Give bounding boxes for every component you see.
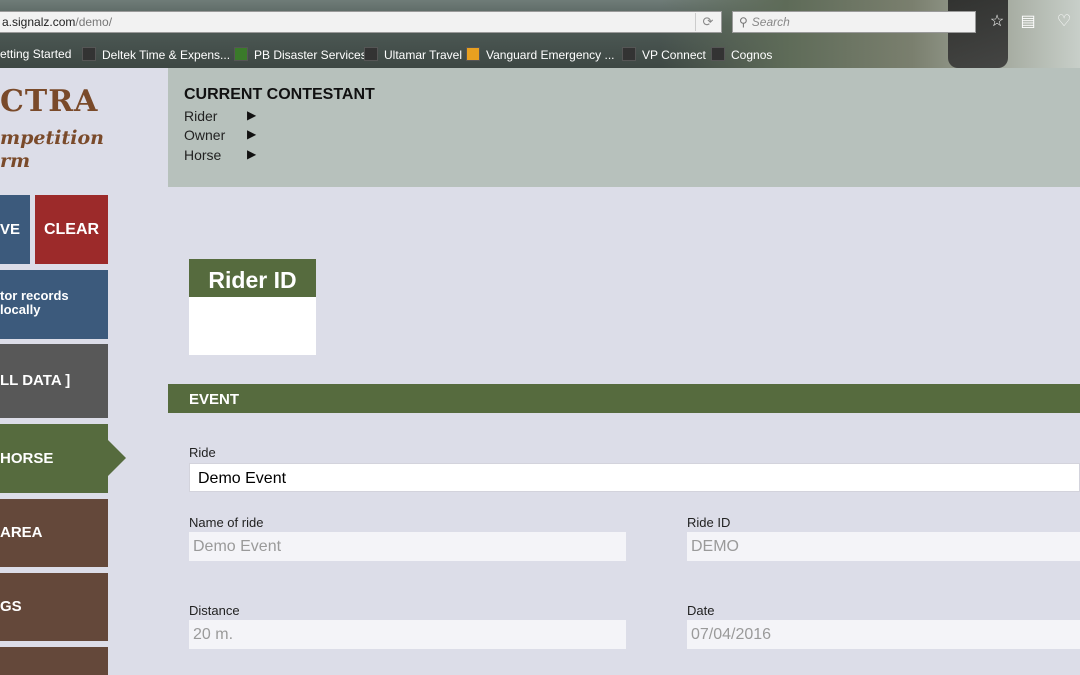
save-button[interactable]: VE bbox=[0, 195, 30, 264]
bookmark-icon bbox=[234, 47, 248, 61]
reader-list-icon[interactable]: ▤ bbox=[1018, 12, 1038, 32]
event-section-header: EVENT bbox=[168, 384, 1080, 413]
distance-label: Distance bbox=[189, 603, 240, 618]
store-locally-button[interactable]: tor records locally bbox=[0, 270, 108, 339]
contestant-row-owner[interactable]: Owner ▶ bbox=[184, 127, 256, 143]
bookmark-ultamar[interactable]: Ultamar Travel bbox=[364, 47, 462, 62]
bookmark-icon bbox=[466, 47, 480, 61]
reload-icon[interactable]: ⟳ bbox=[695, 13, 720, 31]
contestant-row-rider[interactable]: Rider ▶ bbox=[184, 108, 256, 124]
current-contestant-panel: CURRENT CONTESTANT Rider ▶ Owner ▶ Horse ▶ bbox=[168, 68, 1080, 187]
star-icon[interactable]: ☆ bbox=[987, 12, 1007, 32]
name-of-ride-field[interactable]: Demo Event bbox=[189, 532, 626, 561]
pocket-icon[interactable]: ♡ bbox=[1054, 12, 1074, 32]
expand-arrow-icon[interactable]: ▶ bbox=[247, 147, 256, 161]
bookmark-icon bbox=[622, 47, 636, 61]
url-bar[interactable]: a.signalz.com/demo/ bbox=[0, 11, 722, 33]
contestant-title: CURRENT CONTESTANT bbox=[184, 86, 375, 103]
bookmark-icon bbox=[364, 47, 378, 61]
horse-nav-button[interactable]: HORSE bbox=[0, 424, 126, 493]
date-field[interactable]: 07/04/2016 bbox=[687, 620, 1080, 649]
rider-id-card[interactable]: Rider ID bbox=[189, 259, 316, 355]
bookmark-vanguard[interactable]: Vanguard Emergency ... bbox=[466, 47, 615, 62]
ride-id-field[interactable]: DEMO bbox=[687, 532, 1080, 561]
more-nav-button[interactable] bbox=[0, 647, 108, 675]
url-path: /demo/ bbox=[75, 15, 113, 29]
logo-subtitle: mpetition rm bbox=[0, 127, 104, 172]
area-nav-button[interactable]: AREA bbox=[0, 499, 108, 567]
expand-arrow-icon[interactable]: ▶ bbox=[247, 127, 256, 141]
bookmark-cognos[interactable]: Cognos bbox=[711, 47, 772, 62]
all-data-button[interactable]: LL DATA ] bbox=[0, 344, 108, 418]
url-host: a.signalz.com bbox=[2, 15, 76, 29]
bookmarks-bar: etting Started Deltek Time & Expens... P… bbox=[0, 44, 1080, 66]
bookmark-deltek[interactable]: Deltek Time & Expens... bbox=[82, 47, 230, 62]
bookmark-getting-started[interactable]: etting Started bbox=[0, 47, 71, 61]
bookmark-pb-disaster[interactable]: PB Disaster Services bbox=[234, 47, 367, 62]
gs-nav-button[interactable]: GS bbox=[0, 573, 108, 641]
expand-arrow-icon[interactable]: ▶ bbox=[247, 108, 256, 122]
ride-select[interactable]: Demo Event bbox=[189, 463, 1080, 492]
distance-field[interactable]: 20 m. bbox=[189, 620, 626, 649]
date-label: Date bbox=[687, 603, 715, 618]
ride-label: Ride bbox=[189, 445, 216, 460]
bookmark-icon bbox=[711, 47, 725, 61]
bookmark-icon bbox=[82, 47, 96, 61]
search-placeholder: Search bbox=[751, 15, 790, 29]
search-icon: ⚲ bbox=[739, 15, 748, 29]
contestant-row-horse[interactable]: Horse ▶ bbox=[184, 147, 256, 163]
browser-chrome: a.signalz.com/demo/ ⟳ ⚲ Search ☆ ▤ ♡ etti… bbox=[0, 0, 1080, 68]
logo-title: CTRA bbox=[0, 84, 99, 119]
ride-id-label: Ride ID bbox=[687, 515, 731, 530]
bookmark-vp-connect[interactable]: VP Connect bbox=[622, 47, 706, 62]
name-of-ride-label: Name of ride bbox=[189, 515, 264, 530]
rider-id-title: Rider ID bbox=[189, 259, 316, 297]
search-box[interactable]: ⚲ Search bbox=[732, 11, 976, 33]
clear-button[interactable]: CLEAR bbox=[35, 195, 108, 264]
